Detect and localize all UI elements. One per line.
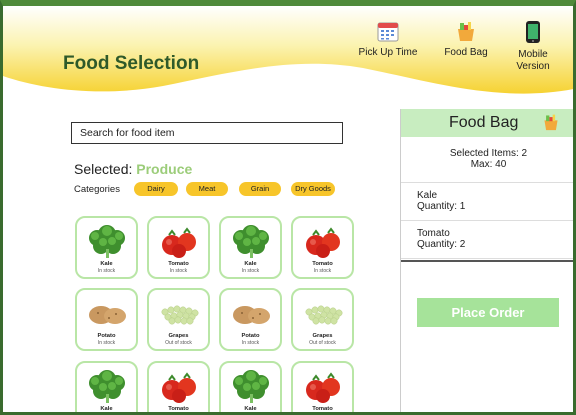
selected-label: Selected: (74, 161, 133, 177)
nav-mobile-version[interactable]: Mobile Version (508, 20, 558, 73)
category-dairy-button[interactable]: Dairy (134, 182, 178, 196)
kale-icon (229, 369, 274, 404)
kale-icon (85, 224, 130, 259)
page-title: Food Selection (63, 53, 200, 74)
food-bag-panel: Food Bag Selected Items: 2 Max: 40 Kale … (400, 109, 573, 412)
selected-value: Produce (136, 161, 193, 177)
category-dry-goods-button[interactable]: Dry Goods (291, 182, 335, 196)
bag-entry-quantity: Quantity: 2 (417, 239, 466, 250)
product-card[interactable]: TomatoIn stock (291, 361, 354, 412)
product-card[interactable]: Grapes Out of stock (147, 288, 210, 351)
food-bag-title: Food Bag (449, 114, 519, 131)
bag-entry-kale[interactable]: Kale Quantity: 1 (401, 183, 573, 221)
selected-items-count: Selected Items: 2 (449, 148, 528, 159)
product-name: Tomato (312, 406, 333, 412)
selected-category: Selected: Produce (74, 161, 192, 177)
shopping-bag-icon (542, 112, 560, 137)
kale-icon (85, 369, 130, 404)
bag-entry-tomato[interactable]: Tomato Quantity: 2 (401, 221, 573, 259)
product-name: Kale (244, 261, 257, 267)
tomato-icon (301, 224, 346, 259)
product-stock-status: In stock (97, 340, 116, 346)
search-input[interactable]: Search for food item (71, 122, 343, 144)
product-card[interactable]: KaleIn stock (75, 216, 138, 279)
product-name: Grapes (312, 333, 333, 339)
grapes-icon (157, 296, 202, 331)
product-name: Kale (100, 261, 113, 267)
product-card[interactable]: KaleIn stock (219, 361, 282, 412)
product-stock-status: In stock (169, 268, 188, 274)
product-name: Kale (100, 406, 113, 412)
tomato-icon (301, 369, 346, 404)
bag-entry-name: Kale (417, 190, 438, 201)
tomato-icon (157, 224, 202, 259)
bag-entry-quantity: Quantity: 1 (417, 201, 466, 212)
calendar-icon (377, 22, 399, 42)
product-card[interactable]: KaleIn stock (75, 361, 138, 412)
shopping-bag-icon (458, 22, 474, 41)
product-name: Kale (244, 406, 257, 412)
bag-entry-name: Tomato (417, 228, 450, 239)
nav-pickup-time[interactable]: Pick Up Time (353, 20, 423, 59)
max-items: Max: 40 (470, 159, 507, 170)
potato-icon (85, 296, 130, 331)
product-card[interactable]: TomatoIn stock (147, 361, 210, 412)
product-name: Tomato (168, 261, 189, 267)
product-card[interactable]: TomatoIn stock (291, 216, 354, 279)
nav-pickup-time-label: Pick Up Time (358, 47, 418, 58)
nav-food-bag-label: Food Bag (444, 47, 488, 58)
potato-icon (229, 296, 274, 331)
category-grain-button[interactable]: Grain (239, 182, 281, 196)
product-name: Potato (241, 333, 260, 339)
product-card[interactable]: TomatoIn stock (147, 216, 210, 279)
product-card[interactable]: Grapes Out of stock (291, 288, 354, 351)
kale-icon (229, 224, 274, 259)
product-card[interactable]: Potato In stock (219, 288, 282, 351)
categories-label: Categories (74, 184, 120, 195)
bag-divider (401, 260, 573, 262)
app-frame: Food Selection Pick Up Time Food Bag Mob… (0, 0, 576, 415)
food-bag-header: Food Bag (401, 109, 573, 137)
product-name: Grapes (168, 333, 189, 339)
product-card[interactable]: KaleIn stock (219, 216, 282, 279)
nav-food-bag[interactable]: Food Bag (435, 20, 497, 59)
category-meat-button[interactable]: Meat (186, 182, 228, 196)
product-stock-status: Out of stock (309, 340, 336, 346)
product-stock-status: In stock (241, 268, 260, 274)
product-stock-status: In stock (241, 340, 260, 346)
product-name: Potato (97, 333, 116, 339)
food-bag-summary: Selected Items: 2 Max: 40 (401, 137, 573, 183)
smartphone-icon (526, 21, 540, 43)
product-name: Tomato (312, 261, 333, 267)
tomato-icon (157, 369, 202, 404)
product-stock-status: In stock (97, 268, 116, 274)
product-stock-status: In stock (313, 268, 332, 274)
nav-mobile-version-label: Mobile Version (516, 49, 550, 72)
product-name: Tomato (168, 406, 189, 412)
product-stock-status: Out of stock (165, 340, 192, 346)
grapes-icon (301, 296, 346, 331)
place-order-button[interactable]: Place Order (417, 298, 559, 327)
product-card[interactable]: Potato In stock (75, 288, 138, 351)
